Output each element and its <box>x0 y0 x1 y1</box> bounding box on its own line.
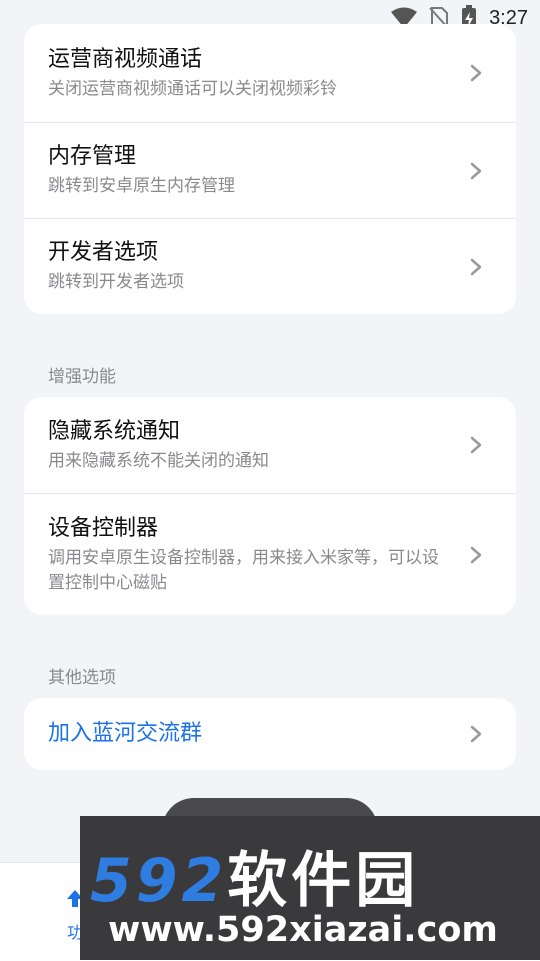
item-desc: 跳转到开发者选项 <box>48 272 184 292</box>
chevron-right-icon <box>470 258 482 275</box>
list-item-hide-system-notifications[interactable]: 隐藏系统通知 用来隐藏系统不能关闭的通知 <box>24 397 516 493</box>
watermark-brand: 592软件园 <box>90 832 419 919</box>
chevron-right-icon <box>470 64 482 82</box>
list-item-device-controller[interactable]: 设备控制器 调用安卓原生设备控制器，用来接入米家等，可以设置控制中心磁贴 <box>24 493 516 615</box>
section-label-enhance: 增强功能 <box>48 367 116 387</box>
list-item-developer-options[interactable]: 开发者选项 跳转到开发者选项 <box>24 218 516 314</box>
item-title: 隐藏系统通知 <box>48 418 181 444</box>
item-desc: 跳转到安卓原生内存管理 <box>48 176 235 196</box>
chevron-right-icon <box>470 162 482 179</box>
list-item-memory-management[interactable]: 内存管理 跳转到安卓原生内存管理 <box>24 122 516 218</box>
watermark-url: www.592xiazai.com <box>108 910 498 950</box>
watermark-overlay: 592软件园 www.592xiazai.com <box>80 816 540 960</box>
item-desc: 调用安卓原生设备控制器，用来接入米家等，可以设置控制中心磁贴 <box>48 547 439 593</box>
settings-card-top: 运营商视频通话 关闭运营商视频通话可以关闭视频彩铃 内存管理 跳转到安卓原生内存… <box>24 24 516 314</box>
item-title: 设备控制器 <box>48 515 159 541</box>
watermark-chinese: 软件园 <box>227 846 420 916</box>
section-label-other: 其他选项 <box>48 668 116 688</box>
item-title: 内存管理 <box>48 144 137 169</box>
chevron-right-icon <box>470 725 482 743</box>
list-item-join-group[interactable]: 加入蓝河交流群 <box>24 698 516 770</box>
settings-card-other: 加入蓝河交流群 <box>24 698 516 770</box>
join-group-link[interactable]: 加入蓝河交流群 <box>48 719 446 749</box>
item-desc: 用来隐藏系统不能关闭的通知 <box>48 450 269 471</box>
chevron-right-icon <box>470 546 482 563</box>
list-item-carrier-video-call[interactable]: 运营商视频通话 关闭运营商视频通话可以关闭视频彩铃 <box>24 24 516 122</box>
item-title: 运营商视频通话 <box>48 46 203 72</box>
settings-card-enhance: 隐藏系统通知 用来隐藏系统不能关闭的通知 设备控制器 调用安卓原生设备控制器，用… <box>24 397 516 615</box>
item-desc: 关闭运营商视频通话可以关闭视频彩铃 <box>48 78 337 99</box>
watermark-number: 592 <box>90 846 228 916</box>
item-title: 开发者选项 <box>48 240 159 265</box>
chevron-right-icon <box>470 436 482 454</box>
